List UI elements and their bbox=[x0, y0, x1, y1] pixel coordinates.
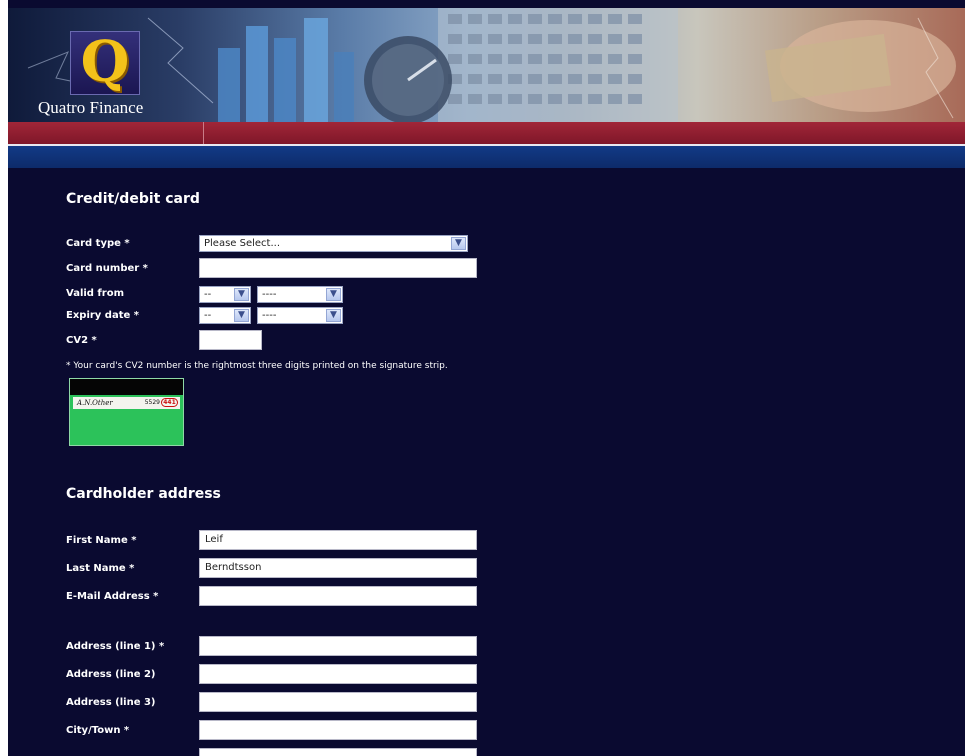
city-label: City/Town * bbox=[66, 725, 130, 736]
email-label: E-Mail Address * bbox=[66, 591, 159, 602]
card-magnetic-stripe bbox=[70, 379, 183, 395]
card-type-label: Card type * bbox=[66, 238, 130, 249]
last-name-input[interactable]: Berndtsson bbox=[199, 558, 477, 578]
cv2-label: CV2 * bbox=[66, 335, 97, 346]
first-name-label: First Name * bbox=[66, 535, 137, 546]
card-type-selected: Please Select... bbox=[204, 238, 281, 249]
company-logo[interactable]: Q bbox=[70, 31, 140, 95]
card-signature-strip: A.N.Other 5529 441 bbox=[73, 397, 180, 409]
red-nav-band bbox=[8, 122, 965, 144]
cv2-help-text: * Your card's CV2 number is the rightmos… bbox=[66, 361, 448, 371]
card-signature-digits: 5529 bbox=[144, 399, 160, 406]
band-divider bbox=[203, 122, 204, 144]
card-signature-name: A.N.Other bbox=[77, 399, 113, 407]
address-section-title: Cardholder address bbox=[66, 486, 221, 502]
valid-from-month-select[interactable]: -- ▼ bbox=[199, 286, 251, 303]
address-line2-label: Address (line 2) bbox=[66, 669, 156, 680]
expiry-year-value: ---- bbox=[262, 310, 277, 321]
logo-letter: Q bbox=[80, 29, 130, 95]
dropdown-arrow-icon[interactable]: ▼ bbox=[326, 288, 341, 301]
header-banner: Q Quatro Finance bbox=[8, 8, 965, 122]
page: Q Quatro Finance Credit/debit card Card … bbox=[8, 0, 965, 756]
expiry-date-label: Expiry date * bbox=[66, 310, 139, 321]
card-section-title: Credit/debit card bbox=[66, 191, 200, 207]
cv2-input[interactable] bbox=[199, 330, 262, 350]
card-number-label: Card number * bbox=[66, 263, 148, 274]
dropdown-arrow-icon[interactable]: ▼ bbox=[234, 309, 249, 322]
cv2-card-illustration: A.N.Other 5529 441 bbox=[69, 378, 184, 446]
address-line2-input[interactable] bbox=[199, 664, 477, 684]
county-input[interactable] bbox=[199, 748, 477, 756]
company-name: Quatro Finance bbox=[38, 98, 144, 117]
address-line3-label: Address (line 3) bbox=[66, 697, 156, 708]
address-line3-input[interactable] bbox=[199, 692, 477, 712]
expiry-month-value: -- bbox=[204, 310, 212, 321]
dropdown-arrow-icon[interactable]: ▼ bbox=[234, 288, 249, 301]
address-line1-label: Address (line 1) * bbox=[66, 641, 165, 652]
last-name-label: Last Name * bbox=[66, 563, 135, 574]
card-number-input[interactable] bbox=[199, 258, 477, 278]
valid-from-label: Valid from bbox=[66, 288, 125, 299]
blue-nav-band bbox=[8, 146, 965, 168]
city-input[interactable] bbox=[199, 720, 477, 740]
valid-from-year-value: ---- bbox=[262, 289, 277, 300]
dropdown-arrow-icon[interactable]: ▼ bbox=[451, 237, 466, 250]
dropdown-arrow-icon[interactable]: ▼ bbox=[326, 309, 341, 322]
expiry-month-select[interactable]: -- ▼ bbox=[199, 307, 251, 324]
email-input[interactable] bbox=[199, 586, 477, 606]
card-cv2-digits: 441 bbox=[161, 398, 178, 407]
expiry-year-select[interactable]: ---- ▼ bbox=[257, 307, 343, 324]
valid-from-month-value: -- bbox=[204, 289, 212, 300]
card-type-select[interactable]: Please Select... ▼ bbox=[199, 235, 468, 252]
first-name-input[interactable]: Leif bbox=[199, 530, 477, 550]
valid-from-year-select[interactable]: ---- ▼ bbox=[257, 286, 343, 303]
address-line1-input[interactable] bbox=[199, 636, 477, 656]
banner-artwork bbox=[27, 8, 956, 122]
